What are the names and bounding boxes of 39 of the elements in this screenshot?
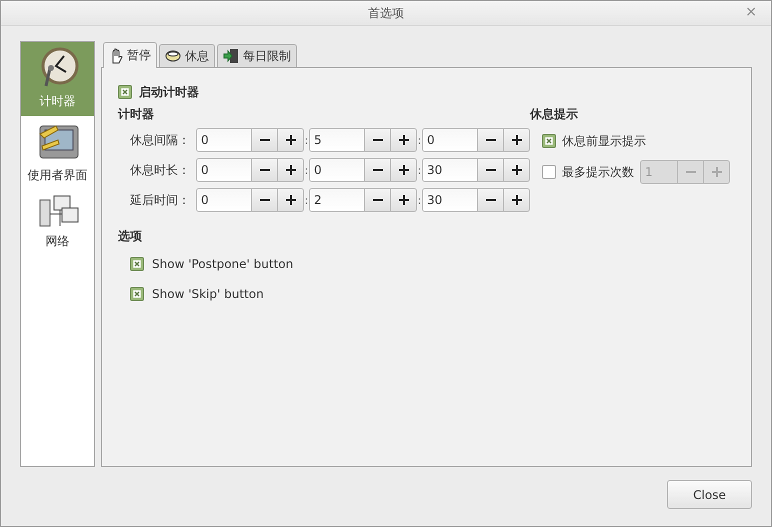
- number-field[interactable]: 0: [196, 158, 252, 182]
- checkbox-label: 休息前显示提示: [562, 132, 646, 150]
- checkbox-label: Show 'Skip' button: [152, 287, 264, 301]
- checkbox-label: Show 'Postpone' button: [152, 257, 294, 271]
- tab[interactable]: 暂停: [103, 42, 157, 68]
- sidebar-label: 计时器: [40, 93, 76, 110]
- separator: :: [417, 194, 422, 206]
- sidebar-label: 网络: [46, 233, 70, 250]
- tab-label: 每日限制: [243, 48, 291, 64]
- sidebar-label: 使用者界面: [28, 167, 88, 184]
- sidebar-item[interactable]: 使用者界面: [21, 116, 94, 190]
- checkbox-label: 启动计时器: [139, 84, 199, 100]
- section-title: 休息提示: [530, 106, 579, 122]
- field-label: 休息间隔：: [129, 132, 190, 148]
- number-field[interactable]: 0: [196, 128, 252, 152]
- field-label: 延后时间：: [129, 192, 190, 208]
- number-field[interactable]: 2: [309, 188, 365, 212]
- separator: :: [304, 134, 309, 146]
- separator: :: [417, 164, 422, 176]
- section-title: 选项: [118, 228, 143, 244]
- separator: :: [304, 194, 309, 206]
- section-title: 计时器: [118, 106, 155, 122]
- number-field[interactable]: 0: [422, 128, 478, 152]
- tab-label: 休息: [185, 48, 209, 64]
- field-label: 休息时长：: [129, 162, 190, 178]
- close-button[interactable]: Close: [667, 480, 752, 509]
- sidebar-item[interactable]: 网络: [21, 190, 94, 256]
- checkbox-label: 最多提示次数: [562, 164, 634, 180]
- separator: :: [304, 164, 309, 176]
- number-field[interactable]: 0: [309, 158, 365, 182]
- number-field[interactable]: 30: [422, 188, 478, 212]
- tab[interactable]: 休息: [159, 44, 215, 67]
- separator: :: [417, 134, 422, 146]
- window-title: 首选项: [368, 4, 404, 22]
- number-field[interactable]: 30: [422, 158, 478, 182]
- tab[interactable]: 每日限制: [217, 44, 297, 67]
- tab-label: 暂停: [127, 47, 151, 64]
- number-field[interactable]: 5: [309, 128, 365, 152]
- number-field[interactable]: 0: [196, 188, 252, 212]
